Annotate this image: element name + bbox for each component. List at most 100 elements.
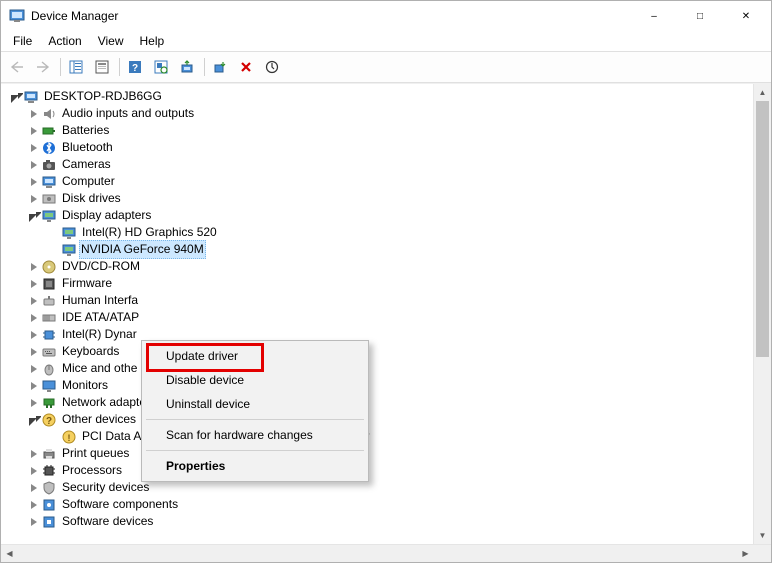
tree-root[interactable]: DESKTOP-RDJB6GG <box>5 88 753 105</box>
expand-icon[interactable] <box>27 192 41 206</box>
ctx-disable-device[interactable]: Disable device <box>144 368 366 392</box>
ctx-update-driver[interactable]: Update driver <box>144 344 366 368</box>
forward-button[interactable] <box>31 55 55 79</box>
tree-device-pci[interactable]: ! PCI Data Acquisition and Signal Proces… <box>5 428 753 445</box>
tree-device-intel-hd[interactable]: Intel(R) HD Graphics 520 <box>5 224 753 241</box>
tree-category-bluetooth[interactable]: Bluetooth <box>5 139 753 156</box>
tree-category-audio[interactable]: Audio inputs and outputs <box>5 105 753 122</box>
tree-category-mice[interactable]: Mice and othe <box>5 360 753 377</box>
expand-icon[interactable] <box>27 447 41 461</box>
show-hide-tree-button[interactable] <box>64 55 88 79</box>
scroll-left-icon[interactable]: ◀ <box>1 545 18 562</box>
tree-category-other[interactable]: ? Other devices <box>5 411 753 428</box>
back-button[interactable] <box>5 55 29 79</box>
tree-device-nvidia[interactable]: NVIDIA GeForce 940M <box>5 241 753 258</box>
expand-icon[interactable] <box>27 209 41 223</box>
tree-category-display[interactable]: Display adapters <box>5 207 753 224</box>
expand-icon[interactable] <box>27 311 41 325</box>
scroll-right-icon[interactable]: ▶ <box>737 545 754 562</box>
tree-category-network[interactable]: Network adapters <box>5 394 753 411</box>
scan-changes-toolbar-button[interactable] <box>260 55 284 79</box>
expand-icon[interactable] <box>27 464 41 478</box>
tree-category-dvd[interactable]: DVD/CD-ROM <box>5 258 753 275</box>
title-bar: Device Manager – □ ✕ <box>1 1 771 31</box>
tree-category-print[interactable]: Print queues <box>5 445 753 462</box>
expand-icon[interactable] <box>27 107 41 121</box>
context-menu: Update driver Disable device Uninstall d… <box>141 340 369 482</box>
scroll-down-icon[interactable]: ▼ <box>754 527 771 544</box>
expand-icon[interactable] <box>27 277 41 291</box>
expand-icon[interactable] <box>27 328 41 342</box>
tree-label: Software components <box>61 496 179 513</box>
tree-category-disk[interactable]: Disk drives <box>5 190 753 207</box>
expand-icon[interactable] <box>27 175 41 189</box>
scan-hardware-toolbar-button[interactable] <box>149 55 173 79</box>
menu-help[interactable]: Help <box>132 32 173 50</box>
device-manager-window: Device Manager – □ ✕ File Action View He… <box>0 0 772 563</box>
expand-icon[interactable] <box>27 498 41 512</box>
expand-icon[interactable] <box>27 481 41 495</box>
firmware-icon <box>41 276 57 292</box>
tree-category-processors[interactable]: Processors <box>5 462 753 479</box>
ide-icon <box>41 310 57 326</box>
expand-icon[interactable] <box>27 158 41 172</box>
vertical-scrollbar[interactable]: ▲ ▼ <box>753 84 771 544</box>
tree-label: Print queues <box>61 445 130 462</box>
help-button[interactable]: ? <box>123 55 147 79</box>
expand-icon[interactable] <box>27 141 41 155</box>
expand-icon[interactable] <box>27 515 41 529</box>
expand-icon[interactable] <box>27 124 41 138</box>
ctx-properties[interactable]: Properties <box>144 454 366 478</box>
minimize-button[interactable]: – <box>631 1 677 31</box>
cpu-icon <box>41 463 57 479</box>
ctx-scan-hardware[interactable]: Scan for hardware changes <box>144 423 366 447</box>
window-title: Device Manager <box>31 9 631 23</box>
scroll-track[interactable] <box>754 101 771 527</box>
uninstall-device-toolbar-button[interactable] <box>234 55 258 79</box>
tree-label: Other devices <box>61 411 137 428</box>
disable-device-toolbar-button[interactable] <box>208 55 232 79</box>
menu-file[interactable]: File <box>5 32 40 50</box>
tree-category-ide[interactable]: IDE ATA/ATAP <box>5 309 753 326</box>
toolbar-separator <box>204 58 205 76</box>
svg-text:?: ? <box>46 416 52 427</box>
toolbar-separator <box>119 58 120 76</box>
expand-icon[interactable] <box>27 362 41 376</box>
update-driver-toolbar-button[interactable] <box>175 55 199 79</box>
tree-category-intel-dynamic[interactable]: Intel(R) Dynar <box>5 326 753 343</box>
menu-view[interactable]: View <box>90 32 132 50</box>
properties-toolbar-button[interactable] <box>90 55 114 79</box>
close-button[interactable]: ✕ <box>723 1 769 31</box>
ctx-uninstall-device[interactable]: Uninstall device <box>144 392 366 416</box>
horizontal-scrollbar[interactable]: ◀ ▶ <box>1 544 771 562</box>
tree-label: Software devices <box>61 513 154 530</box>
expand-icon[interactable] <box>27 294 41 308</box>
scroll-track[interactable] <box>18 545 737 562</box>
tree-category-cameras[interactable]: Cameras <box>5 156 753 173</box>
expand-icon[interactable] <box>27 379 41 393</box>
tree-category-keyboards[interactable]: Keyboards <box>5 343 753 360</box>
expand-icon[interactable] <box>27 413 41 427</box>
menu-action[interactable]: Action <box>40 32 89 50</box>
tree-category-software-components[interactable]: Software components <box>5 496 753 513</box>
tree-category-firmware[interactable]: Firmware <box>5 275 753 292</box>
tree-category-security[interactable]: Security devices <box>5 479 753 496</box>
tree-category-software-devices[interactable]: Software devices <box>5 513 753 530</box>
keyboard-icon <box>41 344 57 360</box>
maximize-button[interactable]: □ <box>677 1 723 31</box>
device-tree[interactable]: DESKTOP-RDJB6GG Audio inputs and outputs… <box>1 84 753 544</box>
scroll-thumb[interactable] <box>756 101 769 357</box>
expand-icon[interactable] <box>27 260 41 274</box>
hid-icon <box>41 293 57 309</box>
tree-label: Bluetooth <box>61 139 114 156</box>
tree-category-computer[interactable]: Computer <box>5 173 753 190</box>
tree-category-batteries[interactable]: Batteries <box>5 122 753 139</box>
spacer <box>47 430 61 444</box>
expand-icon[interactable] <box>27 396 41 410</box>
expand-icon[interactable] <box>27 345 41 359</box>
tree-category-hid[interactable]: Human Interfa <box>5 292 753 309</box>
tree-category-monitors[interactable]: Monitors <box>5 377 753 394</box>
scroll-up-icon[interactable]: ▲ <box>754 84 771 101</box>
svg-text:!: ! <box>68 433 71 443</box>
expand-icon[interactable] <box>9 90 23 104</box>
